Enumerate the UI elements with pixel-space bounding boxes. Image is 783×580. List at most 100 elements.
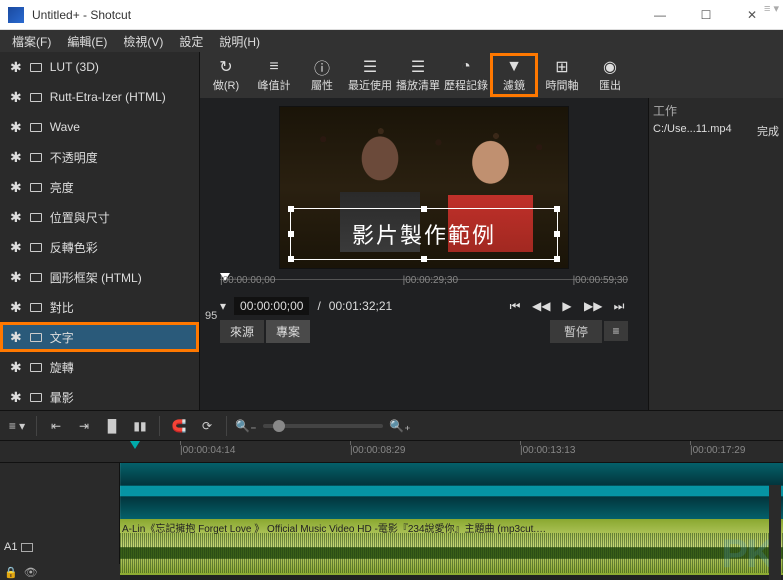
skip-start-button[interactable]: ⏮ bbox=[506, 299, 524, 314]
filter-item[interactable]: ✱位置與尺寸 bbox=[0, 202, 199, 232]
filter-item[interactable]: ✱Rutt-Etra-Izer (HTML) bbox=[0, 82, 199, 112]
track-monitor-icon[interactable] bbox=[21, 543, 33, 552]
toolbar-button[interactable]: ≡峰值計 bbox=[250, 53, 298, 97]
toolbar-label: 最近使用 bbox=[348, 77, 392, 93]
keyframe-value: 95 bbox=[205, 310, 217, 322]
filter-item[interactable]: ✱ LUT (3D) bbox=[0, 52, 199, 82]
toolbar-button[interactable]: ☰播放清單 bbox=[394, 53, 442, 97]
menu-help[interactable]: 說明(H) bbox=[211, 31, 268, 52]
video-track-header[interactable] bbox=[0, 463, 120, 519]
zoom-in-button[interactable]: 🔍₊ bbox=[389, 415, 411, 437]
snowflake-icon: ✱ bbox=[10, 59, 22, 76]
text-overlay-box[interactable]: 影片製作範例 bbox=[290, 208, 558, 260]
filter-item[interactable]: ✱Wave bbox=[0, 112, 199, 142]
video-clip[interactable] bbox=[120, 463, 783, 519]
menu-settings[interactable]: 設定 bbox=[171, 31, 211, 52]
lift-button[interactable]: █ bbox=[101, 415, 123, 437]
text-overlay-content: 影片製作範例 bbox=[352, 218, 496, 250]
zoom-out-button[interactable]: 🔍₋ bbox=[235, 415, 257, 437]
watermark: PK bbox=[721, 532, 773, 577]
menubar: 檔案(F) 編輯(E) 檢視(V) 設定 說明(H) bbox=[0, 30, 783, 52]
monitor-icon bbox=[30, 303, 42, 312]
transport-dropdown[interactable]: ▾ bbox=[220, 299, 226, 313]
toolbar-icon: ▼ bbox=[506, 58, 522, 76]
toolbar-label: 濾鏡 bbox=[503, 77, 525, 93]
filter-label: 位置與尺寸 bbox=[50, 209, 110, 226]
filter-item[interactable]: ✱文字 bbox=[0, 322, 199, 352]
timeline-menu-button[interactable]: ≡ ▾ bbox=[6, 415, 28, 437]
toolbar-button[interactable]: ◉匯出 bbox=[586, 53, 634, 97]
toolbar-icon: ☰ bbox=[411, 58, 425, 76]
append-button[interactable]: ⇤ bbox=[45, 415, 67, 437]
overwrite-button[interactable]: ▮▮ bbox=[129, 415, 151, 437]
resize-handle-bm[interactable] bbox=[421, 256, 427, 262]
timecode-current[interactable]: 00:00:00;00 bbox=[234, 297, 309, 315]
toolbar-button[interactable]: ⓘ屬性 bbox=[298, 53, 346, 97]
minimize-button[interactable]: — bbox=[637, 0, 683, 30]
resize-handle-ml[interactable] bbox=[288, 231, 294, 237]
filter-item[interactable]: ✱不透明度 bbox=[0, 142, 199, 172]
filter-label: 文字 bbox=[50, 329, 74, 346]
audio-clip[interactable]: A-Lin《忘記擁抱 Forget Love 》 Official Music … bbox=[120, 519, 783, 575]
visibility-icon[interactable]: 👁 bbox=[24, 566, 38, 579]
filter-label: 旋轉 bbox=[50, 359, 74, 376]
lock-icon[interactable]: 🔒 bbox=[4, 566, 18, 579]
filter-item[interactable]: ✱暈影 bbox=[0, 382, 199, 410]
window-title: Untitled+ - Shotcut bbox=[32, 8, 637, 22]
tab-project[interactable]: 專案 bbox=[266, 320, 310, 343]
scrub-tick: |00:00:29;30 bbox=[403, 275, 458, 286]
rewind-button[interactable]: ◀◀ bbox=[532, 299, 550, 313]
filter-item[interactable]: ✱圓形框架 (HTML) bbox=[0, 262, 199, 292]
snowflake-icon: ✱ bbox=[10, 239, 22, 256]
menu-file[interactable]: 檔案(F) bbox=[4, 31, 59, 52]
player-tabs: 來源 專案 暫停 ≡ bbox=[210, 319, 638, 343]
filter-item[interactable]: ✱對比 bbox=[0, 292, 199, 322]
resize-handle-tr[interactable] bbox=[554, 206, 560, 212]
toolbar-button[interactable]: ◔歷程記錄 bbox=[442, 53, 490, 97]
toolbar-icon: ⊞ bbox=[555, 58, 568, 76]
scrub-drag-button[interactable]: ⟳ bbox=[196, 415, 218, 437]
play-button[interactable]: ▶ bbox=[558, 299, 576, 313]
filter-label: LUT (3D) bbox=[50, 60, 99, 74]
scrub-tick: |00:00:59;30 bbox=[573, 275, 628, 286]
filter-label: Rutt-Etra-Izer (HTML) bbox=[50, 90, 166, 104]
resize-handle-br[interactable] bbox=[554, 256, 560, 262]
resize-handle-tl[interactable] bbox=[288, 206, 294, 212]
menu-view[interactable]: 檢視(V) bbox=[115, 31, 171, 52]
video-track[interactable] bbox=[0, 463, 783, 519]
toolbar-label: 歷程記錄 bbox=[444, 77, 488, 93]
toolbar-button[interactable]: ⊞時間軸 bbox=[538, 53, 586, 97]
monitor-icon bbox=[30, 213, 42, 222]
menu-edit[interactable]: 編輯(E) bbox=[59, 31, 115, 52]
snap-button[interactable]: 🧲 bbox=[168, 415, 190, 437]
filter-item[interactable]: ✱ 旋轉 bbox=[0, 352, 199, 382]
player-menu-button[interactable]: ≡ bbox=[604, 321, 628, 341]
maximize-button[interactable]: ☐ bbox=[683, 0, 729, 30]
filter-item[interactable]: ✱亮度 bbox=[0, 172, 199, 202]
pause-button[interactable]: 暫停 bbox=[550, 320, 602, 343]
timeline-ruler[interactable]: |00:00:04:14 |00:00:08:29 |00:00:13:13 |… bbox=[0, 441, 783, 463]
timeline-toolbar: ≡ ▾ ⇤ ⇥ █ ▮▮ 🧲 ⟳ 🔍₋ 🔍₊ ≡ ▾ bbox=[0, 411, 783, 441]
timeline-corner-menu[interactable]: ≡ ▾ bbox=[764, 2, 779, 15]
resize-handle-mr[interactable] bbox=[554, 231, 560, 237]
toolbar-button[interactable]: ▼濾鏡 bbox=[490, 53, 538, 97]
timeline-playhead[interactable] bbox=[130, 441, 140, 462]
snowflake-icon: ✱ bbox=[10, 359, 22, 376]
zoom-slider[interactable] bbox=[263, 424, 383, 428]
resize-handle-tm[interactable] bbox=[421, 206, 427, 212]
forward-button[interactable]: ▶▶ bbox=[584, 299, 602, 313]
timecode-duration: 00:01:32;21 bbox=[329, 299, 392, 313]
video-preview[interactable]: 影片製作範例 bbox=[279, 106, 569, 269]
preview-scrubber[interactable]: |00:00:00;00 |00:00:29;30 |00:00:59;30 bbox=[210, 273, 638, 293]
filter-label: 圓形框架 (HTML) bbox=[50, 269, 142, 286]
ripple-button[interactable]: ⇥ bbox=[73, 415, 95, 437]
toolbar-button[interactable]: ☰最近使用 bbox=[346, 53, 394, 97]
resize-handle-bl[interactable] bbox=[288, 256, 294, 262]
job-row[interactable]: C:/Use...11.mp4 完成 bbox=[653, 123, 779, 139]
skip-end-button[interactable]: ⏭ bbox=[610, 299, 628, 314]
toolbar-button[interactable]: ↻做(R) bbox=[202, 53, 250, 97]
tab-source[interactable]: 來源 bbox=[220, 320, 264, 343]
zoom-knob[interactable] bbox=[273, 420, 285, 432]
filter-item[interactable]: ✱反轉色彩 bbox=[0, 232, 199, 262]
timeline-scrollbar[interactable] bbox=[769, 485, 781, 580]
